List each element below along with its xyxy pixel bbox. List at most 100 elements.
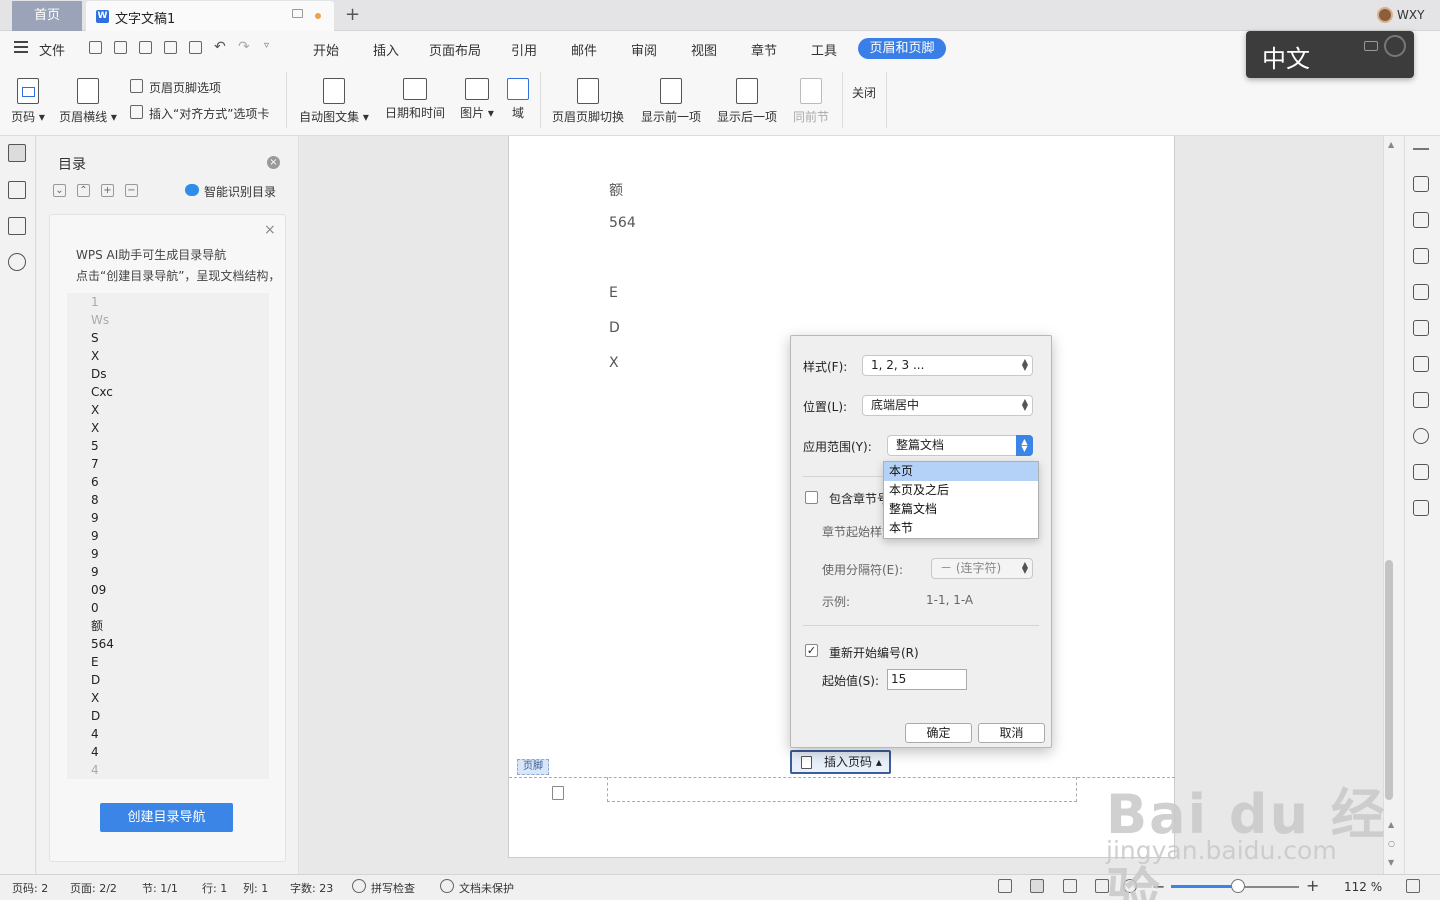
include-chapter-checkbox[interactable]	[805, 491, 818, 504]
menu-start[interactable]: 开始	[313, 40, 339, 59]
monitor-icon[interactable]	[292, 9, 303, 18]
card-close-icon[interactable]: ×	[264, 222, 276, 238]
status-pages[interactable]: 页面: 2/2	[70, 880, 117, 896]
shield-icon[interactable]	[1413, 284, 1429, 300]
scope-option-this-section[interactable]: 本节	[884, 519, 1038, 538]
status-word-count[interactable]: 字数: 23	[290, 880, 333, 896]
sliders-icon[interactable]	[1413, 392, 1429, 408]
redo-icon[interactable]: ↷	[238, 39, 250, 55]
scope-option-this-and-after[interactable]: 本页及之后	[884, 481, 1038, 500]
show-next-button[interactable]: 显示后一项	[714, 78, 780, 125]
tab-home[interactable]: 首页	[12, 1, 82, 31]
expand-all-icon[interactable]: +	[101, 184, 114, 197]
fullscreen-icon[interactable]	[998, 879, 1012, 893]
field-button[interactable]: 域	[506, 78, 530, 121]
menu-review[interactable]: 审阅	[631, 40, 657, 59]
footer-edit-area[interactable]	[607, 777, 1077, 802]
history-icon[interactable]	[1413, 428, 1429, 444]
toc-item[interactable]: 4	[67, 743, 269, 761]
toc-item[interactable]: S	[67, 329, 269, 347]
status-page-number[interactable]: 页码: 2	[12, 880, 48, 896]
footer-doc-icon[interactable]	[552, 786, 564, 800]
print-icon[interactable]	[164, 41, 177, 54]
page-number-button[interactable]: 页码 ▾	[8, 78, 48, 125]
show-prev-button[interactable]: 显示前一项	[638, 78, 704, 125]
toc-item[interactable]: 额	[67, 617, 269, 635]
lock-icon[interactable]	[1413, 356, 1429, 372]
toc-item[interactable]: 9	[67, 509, 269, 527]
hf-switch-button[interactable]: 页眉页脚切换	[550, 78, 626, 125]
menu-tools[interactable]: 工具	[811, 40, 837, 59]
toc-item[interactable]: E	[67, 653, 269, 671]
toc-item[interactable]: D	[67, 707, 269, 725]
menu-file[interactable]: 文件	[39, 40, 65, 59]
style-icon[interactable]	[1413, 248, 1429, 264]
image-edit-icon[interactable]	[1413, 464, 1429, 480]
user-name[interactable]: WXY	[1397, 8, 1424, 22]
scope-option-whole-document[interactable]: 整篇文档	[884, 500, 1038, 519]
menu-view[interactable]: 视图	[691, 40, 717, 59]
collapse-all-icon[interactable]: −	[125, 184, 138, 197]
bookmark-icon[interactable]	[8, 217, 26, 235]
same-as-prev-button[interactable]: 同前节	[790, 78, 832, 125]
toc-item[interactable]: 6	[67, 473, 269, 491]
toc-item[interactable]: Ws	[67, 311, 269, 329]
status-row[interactable]: 行: 1	[202, 880, 227, 896]
toc-close-icon[interactable]: ×	[267, 156, 280, 169]
menu-insert[interactable]: 插入	[373, 40, 399, 59]
position-select[interactable]: 底端居中 ▲ ▼	[862, 395, 1033, 416]
toc-item[interactable]: 8	[67, 491, 269, 509]
menu-mail[interactable]: 邮件	[571, 40, 597, 59]
scope-select[interactable]: 整篇文档 ▲ ▼	[887, 435, 1033, 456]
close-hf-button[interactable]: 关闭	[852, 84, 876, 101]
toc-item[interactable]: 9	[67, 545, 269, 563]
menu-chapter[interactable]: 章节	[751, 40, 777, 59]
picture-button[interactable]: 图片 ▾	[456, 78, 498, 121]
insert-align-tab-button[interactable]: 插入“对齐方式”选项卡	[149, 105, 269, 122]
menu-header-footer[interactable]: 页眉和页脚	[858, 38, 946, 59]
separator-select[interactable]: － (连字符) ▲ ▼	[931, 558, 1033, 579]
auto-text-button[interactable]: 自动图文集 ▾	[296, 78, 372, 125]
edit-pen-icon[interactable]	[1413, 176, 1429, 192]
restart-checkbox[interactable]: ✓	[805, 644, 818, 657]
toc-item[interactable]: X	[67, 689, 269, 707]
cancel-button[interactable]: 取消	[978, 723, 1045, 743]
toc-item[interactable]: 09	[67, 581, 269, 599]
image-icon[interactable]	[1413, 500, 1429, 516]
find-icon[interactable]	[8, 253, 26, 271]
toc-item[interactable]: X	[67, 347, 269, 365]
doc-line[interactable]: E	[609, 285, 618, 301]
toc-item[interactable]: X	[67, 419, 269, 437]
style-select[interactable]: 1, 2, 3 ... ▲ ▼	[862, 355, 1033, 376]
menu-reference[interactable]: 引用	[511, 40, 537, 59]
toc-nav-icon[interactable]	[8, 144, 26, 162]
shapes-icon[interactable]	[1413, 212, 1429, 228]
page-view-icon[interactable]	[1030, 879, 1044, 893]
doc-line[interactable]: D	[609, 320, 620, 336]
toc-item[interactable]: 0	[67, 599, 269, 617]
status-col[interactable]: 列: 1	[243, 880, 268, 896]
toc-item[interactable]: 9	[67, 563, 269, 581]
undo-icon[interactable]: ↶	[214, 39, 226, 55]
save-icon[interactable]	[114, 41, 127, 54]
user-avatar[interactable]	[1377, 7, 1393, 23]
doc-line[interactable]: 额	[609, 180, 623, 200]
open-folder-icon[interactable]	[89, 41, 102, 54]
toc-item[interactable]: 5	[67, 437, 269, 455]
hf-options-button[interactable]: 页眉页脚选项	[149, 79, 221, 96]
spell-check-button[interactable]: 拼写检查	[371, 880, 415, 896]
insert-page-number-button[interactable]: 插入页码 ▴	[790, 750, 891, 774]
toc-item[interactable]: Ds	[67, 365, 269, 383]
create-toc-button[interactable]: 创建目录导航	[100, 803, 233, 832]
quick-access-more-icon[interactable]: ▿	[264, 40, 269, 51]
scrollbar-thumb[interactable]	[1385, 560, 1393, 800]
toc-item[interactable]: 564	[67, 635, 269, 653]
toc-item[interactable]: Cxc	[67, 383, 269, 401]
tab-document[interactable]: W 文字文稿1	[86, 1, 334, 31]
collapse-up-icon[interactable]: ⌃	[77, 184, 90, 197]
date-time-button[interactable]: 日期和时间	[384, 78, 446, 121]
outline-view-icon[interactable]	[1063, 879, 1077, 893]
scroll-top-icon[interactable]: ▲	[1388, 140, 1394, 149]
new-tab-button[interactable]: +	[345, 4, 360, 25]
status-section[interactable]: 节: 1/1	[142, 880, 178, 896]
